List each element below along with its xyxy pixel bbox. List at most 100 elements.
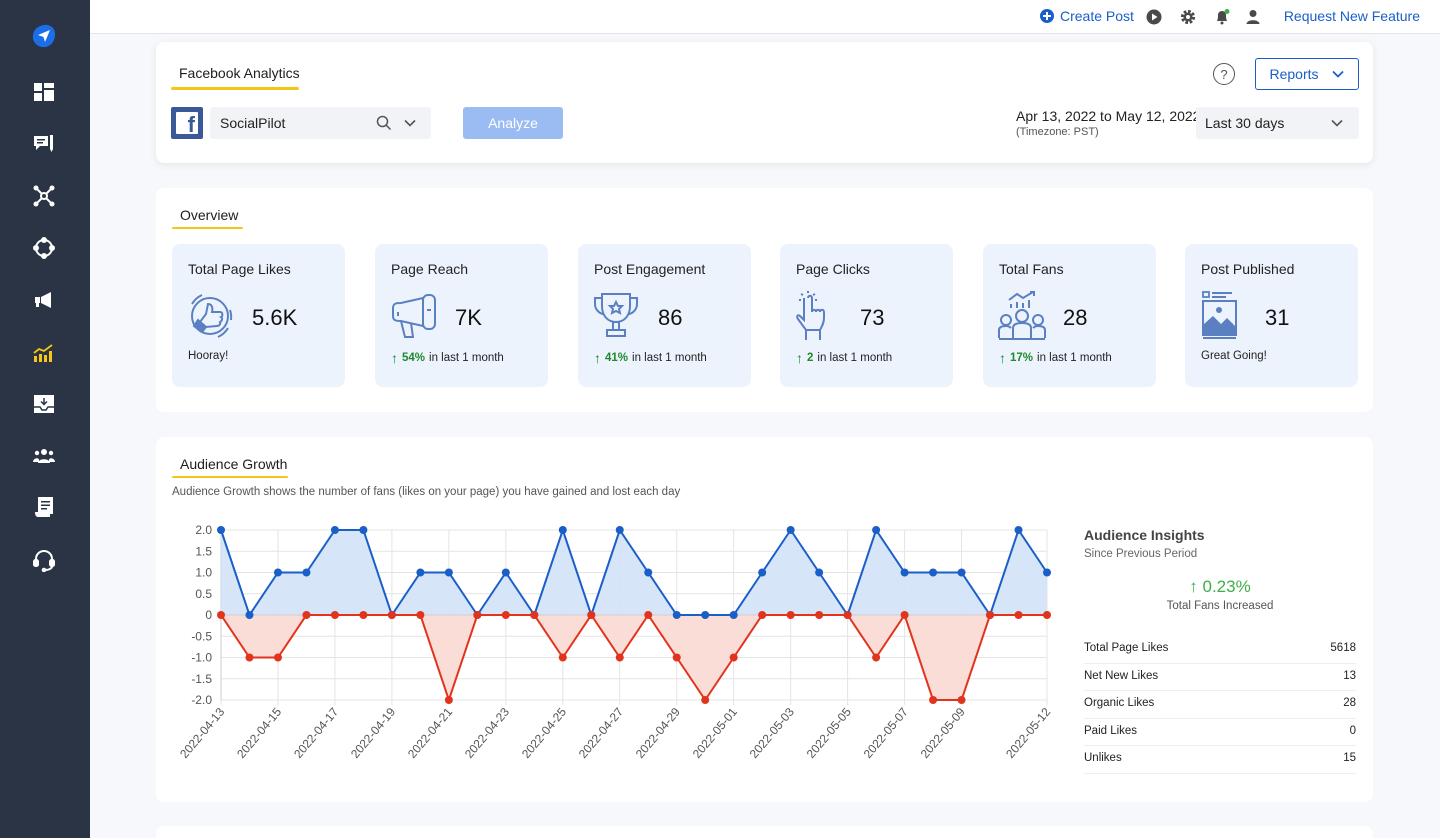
data-point-lost <box>1014 611 1023 619</box>
data-point-lost <box>786 611 795 619</box>
x-tick-label: 2022-05-09 <box>918 705 968 761</box>
insights-row: Total Page Likes 5618 <box>1084 636 1356 664</box>
bar-chart-icon <box>33 344 53 362</box>
insights-row-value: 28 <box>1343 697 1356 709</box>
sidebar-item-team[interactable] <box>28 440 60 472</box>
insights-row: Unlikes 15 <box>1084 746 1356 774</box>
stat-footer: ↑ 2 in last 1 month <box>796 350 892 366</box>
data-point-lost <box>245 653 254 662</box>
search-icon[interactable] <box>376 115 392 131</box>
data-point-lost <box>473 611 482 619</box>
circle-nodes-icon <box>33 237 55 259</box>
x-tick-label: 2022-04-17 <box>291 705 341 761</box>
data-point-lost <box>615 653 624 662</box>
data-point-lost <box>587 611 596 619</box>
data-point-gained <box>929 568 938 577</box>
sidebar-item-posts[interactable] <box>28 127 60 159</box>
tab-active-underline <box>171 87 299 90</box>
stat-footer-text: in last 1 month <box>632 352 707 364</box>
sidebar-item-campaigns[interactable] <box>28 284 60 316</box>
data-point-lost <box>672 653 681 662</box>
sidebar-item-support[interactable] <box>28 544 60 576</box>
data-point-lost <box>530 611 539 619</box>
insights-row-label: Net New Likes <box>1084 669 1159 682</box>
insights-row: Net New Likes 13 <box>1084 664 1356 691</box>
user-icon[interactable] <box>1244 8 1262 26</box>
stat-footer: ↑ 17% in last 1 month <box>999 350 1112 366</box>
data-point-lost <box>359 611 368 619</box>
date-range-text: Apr 13, 2022 to May 12, 2022 <box>1016 108 1201 124</box>
y-tick-label: 1.0 <box>195 566 212 580</box>
data-point-gained <box>1043 568 1051 577</box>
inbox-download-icon <box>34 395 54 413</box>
data-point-gained <box>444 568 453 577</box>
data-point-gained <box>359 526 368 534</box>
data-point-gained <box>672 611 681 619</box>
stat-card-total-fans: Total Fans 28 ↑ 17% in last 1 month <box>983 244 1156 387</box>
stat-footer-text: in last 1 month <box>429 352 504 364</box>
stat-footer-text: Hooray! <box>188 350 229 362</box>
x-tick-label: 2022-04-15 <box>234 705 284 761</box>
stat-footer-text: in last 1 month <box>817 352 893 364</box>
data-point-gained <box>900 568 909 577</box>
stat-value: 86 <box>658 305 683 330</box>
stat-value: 7K <box>455 305 482 330</box>
insights-row-value: 0 <box>1349 724 1356 737</box>
x-tick-label: 2022-05-07 <box>861 705 911 761</box>
gear-icon[interactable] <box>1179 8 1197 26</box>
up-arrow-icon: ↑ <box>796 350 803 366</box>
request-new-feature-link[interactable]: Request New Feature <box>1284 8 1420 24</box>
audience-growth-description: Audience Growth shows the number of fans… <box>172 486 681 498</box>
help-icon[interactable]: ? <box>1213 63 1235 85</box>
stat-title: Page Clicks <box>796 261 870 277</box>
image-post-icon <box>1202 291 1237 339</box>
headset-icon <box>33 549 55 572</box>
stat-card-post-published: Post Published 31 Great Going! <box>1185 244 1358 387</box>
stat-value: 28 <box>1063 305 1088 330</box>
stat-title: Total Fans <box>999 261 1064 277</box>
sidebar-item-analytics[interactable] <box>28 337 60 369</box>
data-point-gained <box>701 611 710 619</box>
y-tick-label: -2.0 <box>191 693 212 707</box>
chevron-down-icon[interactable] <box>403 116 417 130</box>
stat-change: 17% <box>1010 352 1034 364</box>
bell-icon[interactable] <box>1213 8 1231 26</box>
stat-card-total-page-likes: Total Page Likes 5.6K Hooray! <box>172 244 345 387</box>
overview-card: Overview Total Page Likes 5.6K Hooray! P… <box>156 188 1373 412</box>
paper-plane-icon <box>32 24 56 48</box>
reports-button[interactable]: Reports <box>1255 58 1359 90</box>
sidebar-item-content[interactable] <box>28 491 60 523</box>
create-post-button[interactable]: Create Post <box>1040 8 1134 24</box>
audience-growth-chart: 2.01.51.00.50-0.5-1.0-1.5-2.02022-04-13 2… <box>177 523 1053 761</box>
reports-label: Reports <box>1269 66 1319 82</box>
data-point-lost <box>302 611 311 619</box>
total-fans-increase: ↑ 0.23% <box>1189 577 1251 596</box>
sidebar-item-accounts[interactable] <box>28 232 60 264</box>
play-circle-icon[interactable] <box>1145 8 1163 26</box>
overview-title: Overview <box>180 207 239 223</box>
data-point-gained <box>758 568 767 577</box>
sidebar-item-connect[interactable] <box>28 180 60 212</box>
data-point-gained <box>786 526 795 534</box>
period-select-value: Last 30 days <box>1205 115 1285 131</box>
plus-circle-icon <box>1040 9 1054 23</box>
up-arrow-icon: ↑ <box>594 350 601 366</box>
data-point-lost <box>501 611 510 619</box>
insights-row-label: Unlikes <box>1084 752 1122 764</box>
analyze-button[interactable]: Analyze <box>463 107 563 139</box>
stat-change: 2 <box>807 352 814 364</box>
overview-underline <box>172 227 243 229</box>
top-bar: Create Post Request New Feature <box>90 0 1440 34</box>
data-point-gained <box>558 526 567 534</box>
period-select[interactable]: Last 30 days <box>1196 107 1359 139</box>
sidebar-item-dashboard[interactable] <box>28 76 60 108</box>
x-tick-label: 2022-05-05 <box>804 705 854 761</box>
data-point-lost <box>957 696 966 704</box>
tab-facebook-analytics[interactable]: Facebook Analytics <box>179 65 300 81</box>
sidebar-item-inbox[interactable] <box>28 388 60 420</box>
account-select[interactable]: SocialPilot <box>210 107 431 139</box>
sidebar-item-logo[interactable] <box>28 20 60 52</box>
x-tick-label: 2022-04-13 <box>177 705 227 761</box>
insights-table: Total Page Likes 5618 Net New Likes 13 Organ… <box>1084 636 1356 774</box>
insights-row-label: Organic Likes <box>1084 697 1155 709</box>
